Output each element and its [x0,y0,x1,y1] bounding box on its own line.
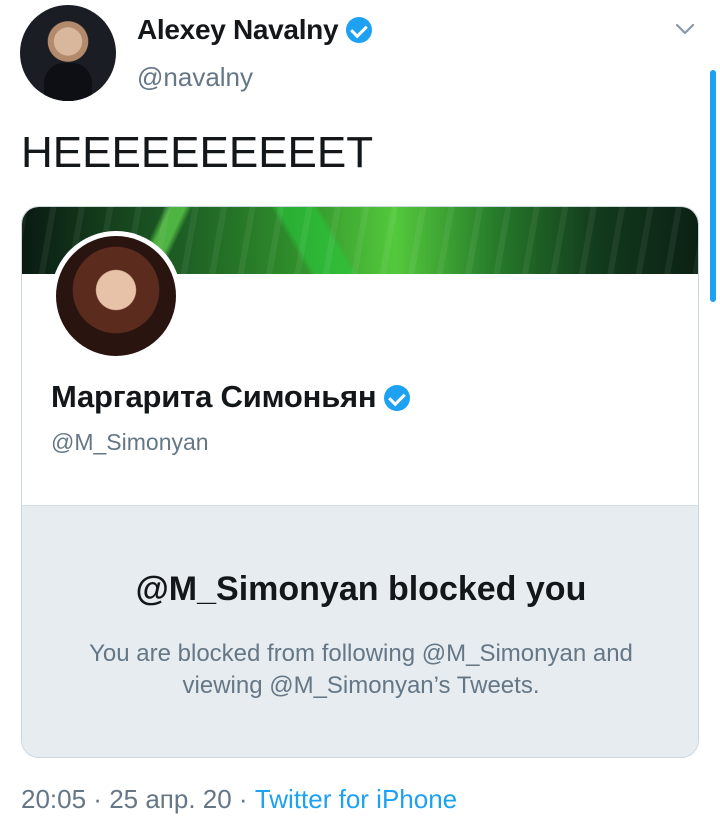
meta-separator: · [231,784,255,814]
tweet-meta: 20:05 · 25 апр. 20 · Twitter for iPhone [21,784,457,815]
profile-avatar[interactable] [51,231,181,361]
author-handle[interactable]: @navalny [137,62,253,93]
profile-card[interactable]: Маргарита Симоньян @M_Simonyan @M_Simony… [21,206,699,758]
blocked-notice: @M_Simonyan blocked you You are blocked … [22,505,698,757]
profile-handle: @M_Simonyan [51,429,209,455]
tweet-date: 25 апр. 20 [109,784,232,814]
author-name-row[interactable]: Alexey Navalny [137,14,373,46]
meta-separator: · [86,784,110,814]
profile-name-row: Маргарита Симоньян [51,379,411,415]
tweet-text: НЕЕЕЕЕЕЕЕЕЕТ [21,128,374,177]
tweet-source-link[interactable]: Twitter for iPhone [255,784,457,814]
blocked-description: You are blocked from following @M_Simony… [89,640,633,699]
tweet-header: Alexey Navalny @navalny [0,0,720,110]
verified-badge-icon [384,385,411,411]
blocked-title: @M_Simonyan blocked you [135,570,587,608]
tweet-time: 20:05 [21,784,87,814]
author-avatar[interactable] [20,5,116,101]
scrollbar[interactable] [710,70,716,302]
profile-name: Маргарита Симоньян [51,379,377,414]
author-name[interactable]: Alexey Navalny [137,14,339,45]
verified-badge-icon [346,17,373,43]
chevron-down-icon[interactable] [674,18,696,40]
